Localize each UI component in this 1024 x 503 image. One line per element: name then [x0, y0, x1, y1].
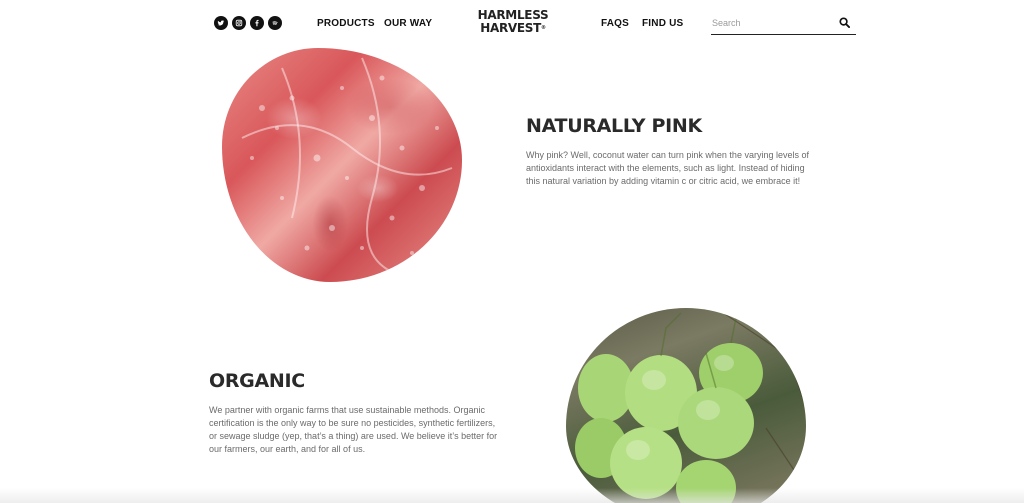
section-heading-organic: ORGANIC	[209, 370, 305, 392]
facebook-icon[interactable]	[250, 16, 264, 30]
site-logo[interactable]: HARMLESS HARVEST®	[476, 9, 550, 34]
search-input[interactable]	[712, 15, 827, 31]
instagram-icon[interactable]	[232, 16, 246, 30]
nav-our-way[interactable]: OUR WAY	[384, 18, 432, 29]
section-body-naturally-pink: Why pink? Well, coconut water can turn p…	[526, 150, 809, 186]
search-bar	[711, 14, 856, 35]
site-header: PRODUCTS OUR WAY HARMLESS HARVEST® FAQS …	[0, 0, 1024, 48]
nav-products[interactable]: PRODUCTS	[317, 18, 375, 29]
scroll-fade	[0, 488, 1024, 503]
spotify-icon[interactable]	[268, 16, 282, 30]
nav-find-us[interactable]: FIND US	[642, 18, 683, 29]
pink-coconut-water-ice-image	[222, 48, 462, 282]
nav-faqs[interactable]: FAQS	[601, 18, 629, 29]
search-icon[interactable]	[839, 17, 850, 28]
logo-line2: HARVEST®	[480, 20, 546, 35]
section-body-organic: We partner with organic farms that use s…	[209, 405, 498, 454]
twitter-icon[interactable]	[214, 16, 228, 30]
section-heading-naturally-pink: NATURALLY PINK	[526, 115, 702, 137]
social-links	[214, 16, 282, 30]
green-coconuts-image	[566, 308, 806, 503]
